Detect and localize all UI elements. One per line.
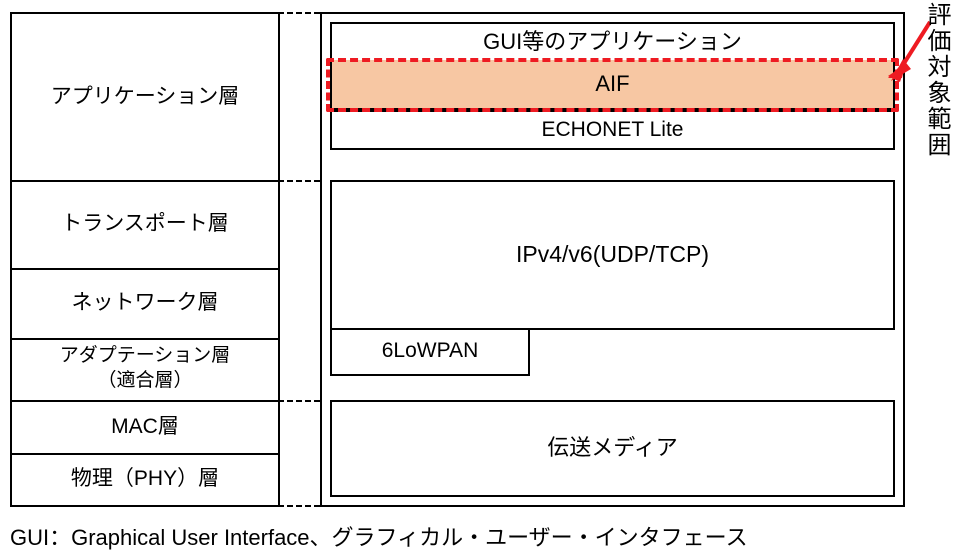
footnote-gui-definition: GUI：Graphical User Interface、グラフィカル・ユーザー… [10,520,748,552]
connector-dash [278,12,320,14]
layer-architecture-diagram: アプリケーション層 トランスポート層 ネットワーク層 アダプテーション層（適合層… [10,12,905,507]
layer-mac: MAC層 [10,400,280,455]
connector-dash [278,400,320,402]
block-echonet: ECHONET Lite [330,110,895,150]
block-transmission-media: 伝送メディア [330,400,895,497]
block-aif: AIF [330,60,895,110]
layer-adaptation: アダプテーション層（適合層） [10,338,280,402]
layer-physical: 物理（PHY）層 [10,453,280,507]
connector-dash [278,180,320,182]
layer-application: アプリケーション層 [10,12,280,182]
block-gui-app: GUI等のアプリケーション [330,22,895,62]
block-ip: IPv4/v6(UDP/TCP) [330,180,895,330]
layer-transport: トランスポート層 [10,180,280,270]
connector-dash [278,505,320,507]
evaluation-scope-label: 評価対象範囲 [918,2,948,158]
layer-network: ネットワーク層 [10,268,280,340]
block-6lowpan: 6LoWPAN [330,328,530,376]
